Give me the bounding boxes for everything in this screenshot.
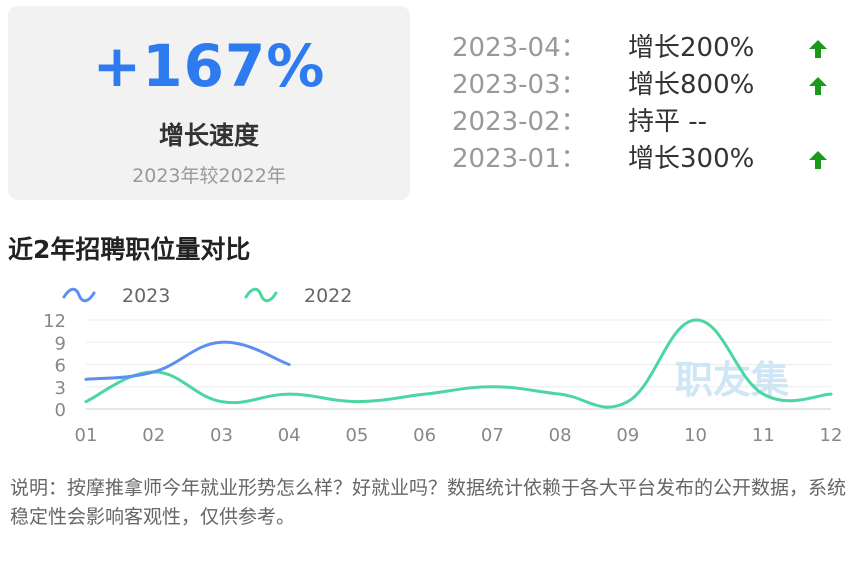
line-chart: 03691201 02 03 04 05 06 07 08 09 10 11 12职友集2023 202… [43,285,843,446]
growth-percent: +167% [92,32,326,100]
legend-swatch [244,287,278,303]
x-tick-label: 11 [752,425,775,446]
monthly-value: 增长300% [628,144,755,174]
x-tick-label: 01 [75,425,98,446]
x-tick-label: 07 [481,425,504,446]
monthly-date: 2023-03： [452,70,587,100]
x-tick-label: 08 [549,425,572,446]
monthly-date: 2023-01： [452,144,587,174]
y-tick-label: 12 [43,311,66,332]
watermark: 职友集 [675,358,789,402]
up-arrow-icon [809,77,827,95]
x-tick-label: 05 [345,425,368,446]
x-tick-label: 03 [210,425,233,446]
growth-comparison: 2023年较2022年 [132,165,286,187]
monthly-row: 2023-01： 增长300% [452,141,852,178]
chart-title: 近2年招聘职位量对比 [8,235,251,264]
series-line-2023 [84,340,291,381]
growth-label: 增长速度 [158,121,259,150]
monthly-value: 增长800% [628,70,755,100]
y-tick-label: 0 [55,400,66,421]
x-tick-label: 02 [142,425,165,446]
y-tick-label: 9 [55,333,66,354]
legend-swatch [62,287,96,303]
y-tick-label: 3 [55,378,66,399]
monthly-row: 2023-02： 持平 -- [452,104,852,141]
monthly-date: 2023-04： [452,33,587,63]
x-tick-label: 12 [820,425,843,446]
x-tick-label: 04 [278,425,301,446]
up-arrow-icon [809,40,827,58]
x-tick-label: 09 [616,425,639,446]
monthly-date: 2023-02： [452,107,587,137]
x-tick-label: 06 [413,425,436,446]
legend-label: 2022 [304,285,352,307]
disclaimer-note: 说明：按摩推拿师今年就业形势怎么样？好就业吗？数据统计依赖于各大平台发布的公开数… [10,477,847,528]
monthly-row: 2023-04： 增长200% [452,30,852,67]
monthly-value: 增长200% [628,33,755,63]
y-tick-label: 6 [55,356,66,377]
growth-summary-card: +167% 增长速度 2023年较2022年 [8,6,410,200]
legend-label: 2023 [122,285,170,307]
x-tick-label: 10 [684,425,707,446]
up-arrow-icon [809,151,827,169]
monthly-row: 2023-03： 增长800% [452,67,852,104]
monthly-growth-list: 2023-04： 增长200% 2023-03： 增长800% 2023-02：… [452,30,852,178]
monthly-value: 持平 -- [628,107,708,137]
